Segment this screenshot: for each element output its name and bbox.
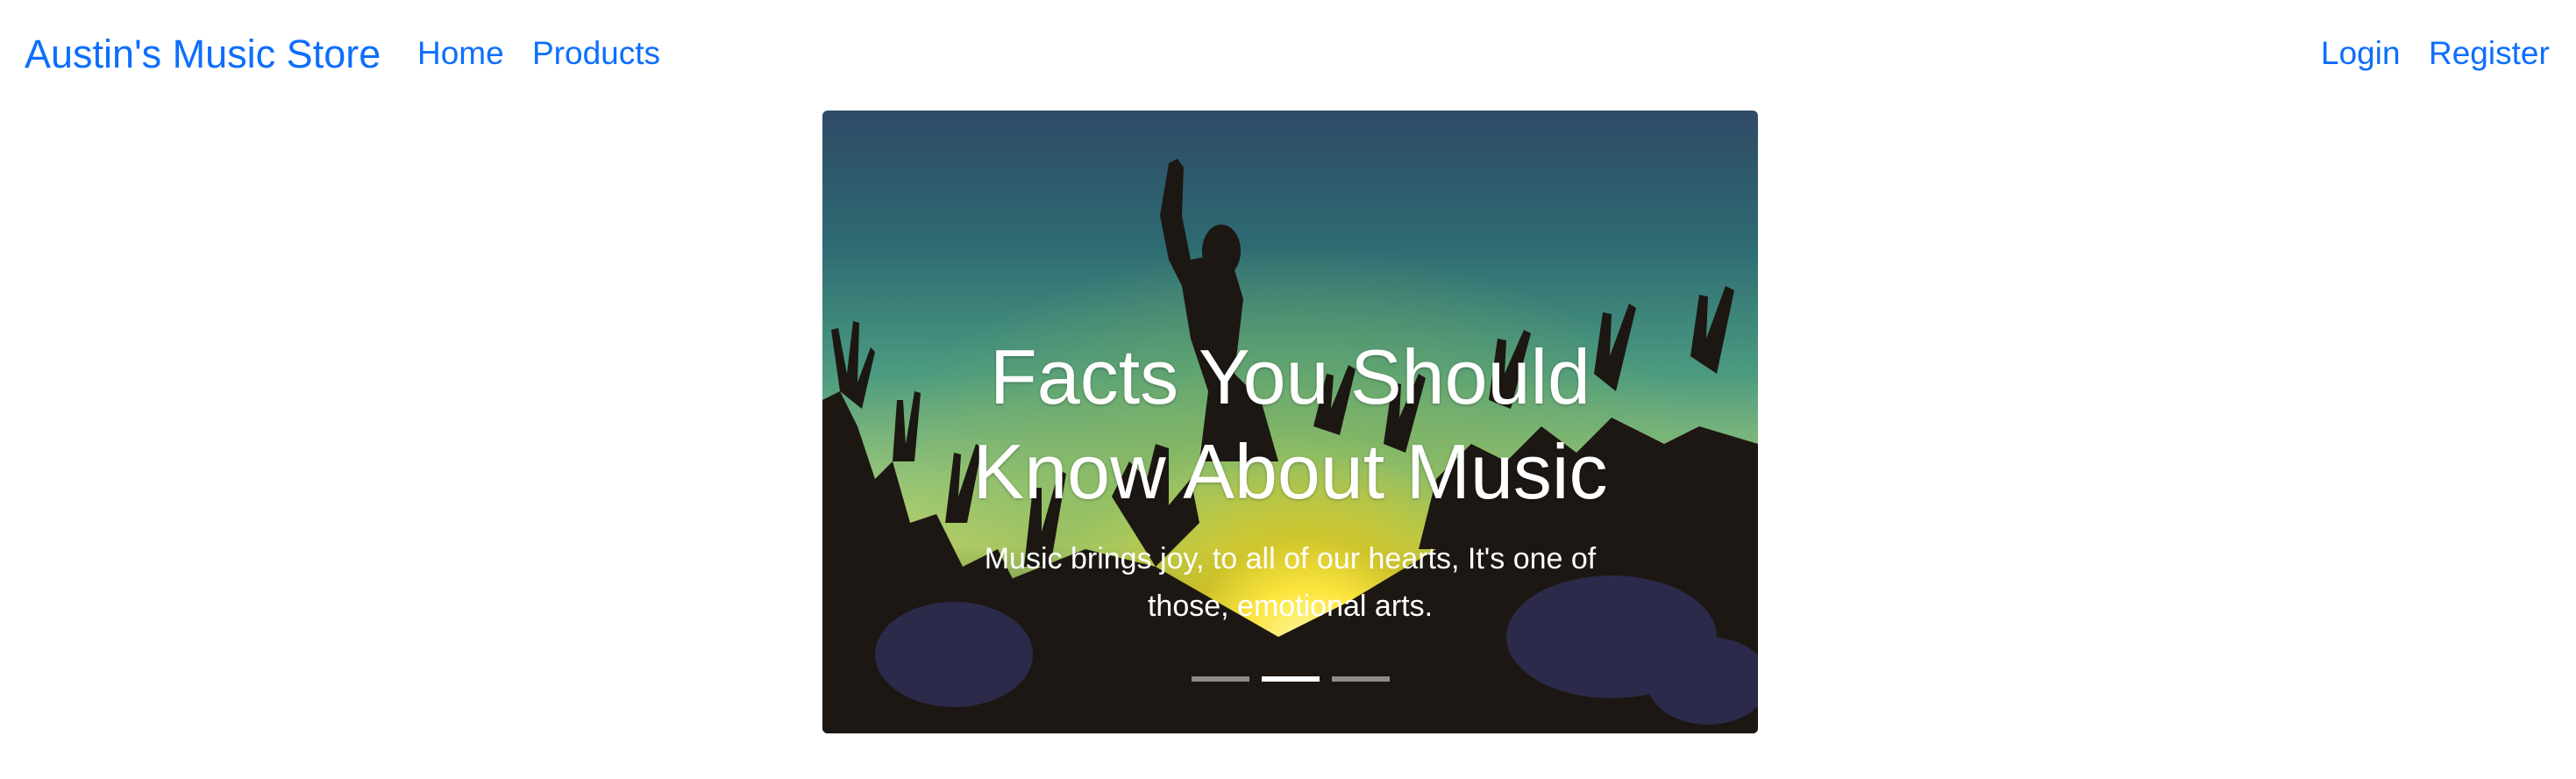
carousel-indicator[interactable] [1331, 676, 1390, 682]
carousel-caption: Facts You Should Know About Music Music … [822, 330, 1758, 630]
carousel-indicators [822, 676, 1758, 685]
nav-products-link[interactable]: Products [532, 35, 660, 72]
nav-home-link[interactable]: Home [417, 35, 504, 72]
hero-carousel[interactable]: Facts You Should Know About Music Music … [822, 111, 1758, 733]
carousel-indicator[interactable] [1191, 676, 1249, 682]
brand-link[interactable]: Austin's Music Store [25, 32, 381, 77]
carousel-title: Facts You Should Know About Music [972, 333, 1608, 515]
carousel-indicator-active[interactable] [1261, 676, 1320, 682]
navbar: Austin's Music Store Home Products Login… [0, 0, 2576, 114]
carousel-text: Music brings joy, to all of our hearts, … [984, 542, 1597, 623]
login-link[interactable]: Login [2321, 35, 2401, 72]
register-link[interactable]: Register [2429, 35, 2550, 72]
